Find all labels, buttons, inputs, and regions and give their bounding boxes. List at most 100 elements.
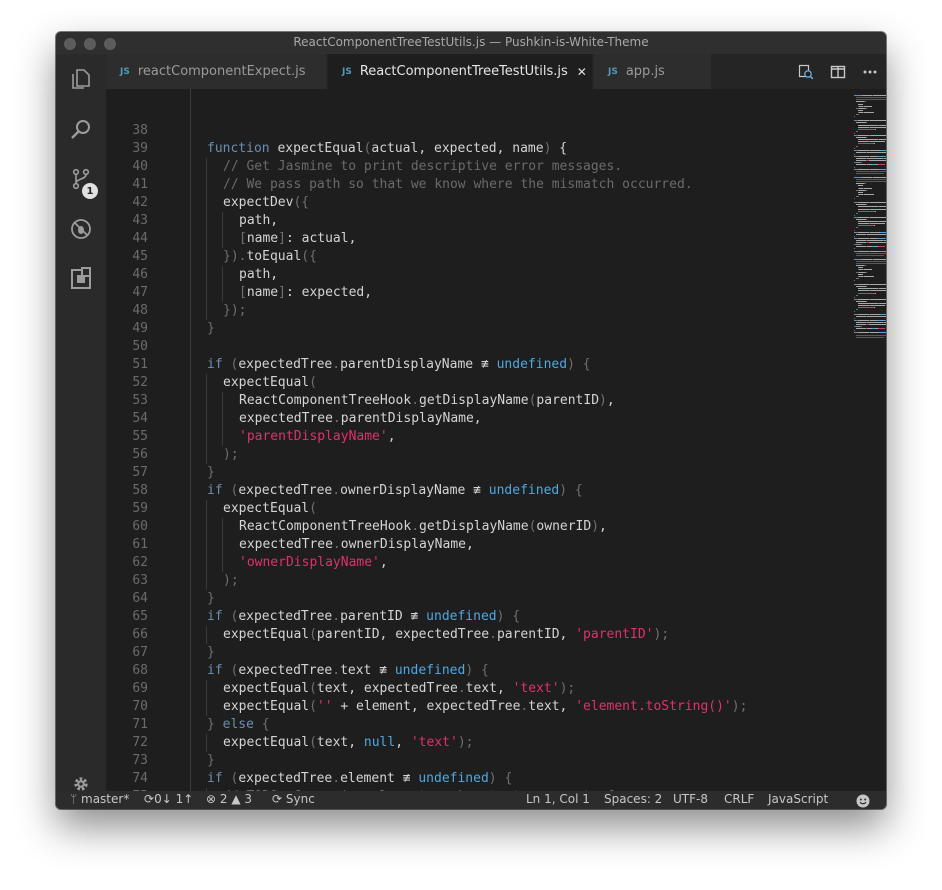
cursor-position[interactable]: Ln 1, Col 1: [526, 792, 590, 806]
code-line[interactable]: 44 [name]: actual,: [106, 230, 846, 248]
code-line[interactable]: 67}: [106, 644, 846, 662]
line-number: 71: [132, 717, 148, 732]
indentation[interactable]: Spaces: 2: [604, 792, 662, 806]
minimap-token: [874, 307, 875, 309]
minimap-token: [880, 231, 886, 233]
source-control-icon[interactable]: 1: [56, 159, 106, 199]
code-line[interactable]: 40 // Get Jasmine to print descriptive er…: [106, 158, 846, 176]
minimap-token: [854, 198, 855, 199]
code-token: ≢: [410, 609, 427, 624]
debug-icon[interactable]: [56, 209, 106, 249]
minimap-token: [862, 258, 872, 260]
javascript-file-icon: JS: [120, 66, 130, 77]
line-ending[interactable]: CRLF: [724, 792, 754, 806]
tab-app[interactable]: JS app.js: [594, 54, 711, 89]
code-token: if: [207, 771, 231, 786]
code-line[interactable]: 38: [106, 122, 846, 140]
line-number: 54: [132, 411, 148, 426]
code-line[interactable]: 65 if (expectedTree.parentID ≢ undefined)…: [106, 608, 846, 626]
git-branch[interactable]: ᛘ master*: [70, 792, 129, 806]
line-number: 66: [132, 627, 148, 642]
sync-status[interactable]: ⟳0↓ 1↑: [144, 792, 193, 806]
code-line[interactable]: 43 path,: [106, 212, 846, 230]
minimap-token: [858, 313, 869, 315]
code-line[interactable]: 73}: [106, 752, 846, 770]
code-line[interactable]: 51 if (expectedTree.parentDisplayName ≢ u…: [106, 356, 846, 374]
minimap-token: [856, 97, 886, 99]
minimap[interactable]: [846, 89, 886, 791]
minimap-token: [869, 242, 886, 244]
code-line[interactable]: 64}: [106, 590, 846, 608]
code-line[interactable]: 54 expectedTree.parentDisplayName,: [106, 410, 846, 428]
line-number: 69: [132, 681, 148, 696]
open-changes-icon[interactable]: [790, 54, 822, 89]
files-icon[interactable]: [56, 59, 106, 99]
feedback-smiley-icon[interactable]: [856, 792, 870, 809]
code-token: (: [309, 375, 317, 390]
code-line[interactable]: 42 expectDev({: [106, 194, 846, 212]
minimap-token: [858, 124, 878, 126]
code-token: parentID: [536, 393, 600, 408]
minimap-token: [870, 284, 886, 286]
code-line[interactable]: 53 ReactComponentTreeHook.getDisplayName(…: [106, 392, 846, 410]
minimap-token: [854, 147, 855, 149]
encoding[interactable]: UTF-8: [673, 792, 708, 806]
minimap-token: [870, 223, 885, 225]
code-text: expectDev({: [223, 194, 309, 212]
search-icon[interactable]: [56, 109, 106, 149]
close-tab-icon[interactable]: ✕: [577, 65, 587, 79]
minimap-token: [860, 326, 862, 328]
minimap-token: [854, 317, 855, 319]
code-line[interactable]: 63);: [106, 572, 846, 590]
tab-reactcomponenttreetestutils[interactable]: JS ReactComponentTreeTestUtils.js ✕: [328, 54, 592, 89]
code-line[interactable]: 58 if (expectedTree.ownerDisplayName ≢ un…: [106, 482, 846, 500]
code-line[interactable]: 56);: [106, 446, 846, 464]
code-line[interactable]: 45}).toEqual({: [106, 248, 846, 266]
minimap-token: [858, 305, 869, 307]
tab-reactcomponentexpect[interactable]: JS reactComponentExpect.js: [106, 54, 326, 89]
code-line[interactable]: 71} else {: [106, 716, 846, 734]
code-line[interactable]: 62 'ownerDisplayName',: [106, 554, 846, 572]
code-line[interactable]: 49}: [106, 320, 846, 338]
minimap-token: [858, 221, 878, 223]
code-text: path,: [239, 212, 278, 230]
code-line[interactable]: 41 // We pass path so that we know where …: [106, 176, 846, 194]
minimap-token: [870, 120, 886, 122]
code-line[interactable]: 55 'parentDisplayName',: [106, 428, 846, 446]
code-line[interactable]: 47 [name]: expected,: [106, 284, 846, 302]
code-line[interactable]: 74 if (expectedTree.element ≢ undefined) …: [106, 770, 846, 788]
minimap-token: [856, 336, 884, 338]
problems-indicator[interactable]: ⊗ 2 ▲ 3: [206, 792, 252, 806]
code-line[interactable]: 57}: [106, 464, 846, 482]
code-line[interactable]: 59 expectEqual(: [106, 500, 846, 518]
more-actions-icon[interactable]: [854, 54, 886, 89]
language-mode[interactable]: JavaScript: [768, 792, 828, 806]
code-line[interactable]: 69 expectEqual(text, expectedTree.text, '…: [106, 680, 846, 698]
code-line[interactable]: 52 expectEqual(: [106, 374, 846, 392]
code-line[interactable]: 72 expectEqual(text, null, 'text');: [106, 734, 846, 752]
line-number: 72: [132, 735, 148, 750]
minimap-token: [854, 153, 855, 155]
code-line[interactable]: 61 expectedTree.ownerDisplayName,: [106, 536, 846, 554]
code-line[interactable]: 68 if (expectedTree.text ≢ undefined) {: [106, 662, 846, 680]
minimap-token: [854, 296, 855, 298]
code-line[interactable]: 66 expectEqual(parentID, expectedTree.par…: [106, 626, 846, 644]
code-line[interactable]: 46 path,: [106, 266, 846, 284]
extensions-icon[interactable]: [56, 259, 106, 299]
minimap-token: [870, 305, 885, 307]
minimap-token: [870, 135, 885, 136]
code-line[interactable]: 70 expectEqual('' + element, expectedTree…: [106, 698, 846, 716]
code-editor[interactable]: 38 39 function expectEqual(actual, expecte…: [106, 89, 886, 791]
split-editor-icon[interactable]: [822, 54, 854, 89]
minimap-token: [879, 221, 886, 223]
sync-button[interactable]: ⟳ Sync: [272, 792, 315, 806]
code-line[interactable]: 60 ReactComponentTreeHook.getDisplayName(…: [106, 518, 846, 536]
code-line[interactable]: 48});: [106, 302, 846, 320]
code-line[interactable]: 50: [106, 338, 846, 356]
code-line[interactable]: 39 function expectEqual(actual, expected,…: [106, 140, 846, 158]
indent-guide: [206, 698, 207, 716]
indent-guide: [206, 158, 207, 176]
minimap-token: [865, 107, 867, 109]
minimap-token: [880, 313, 886, 315]
minimap-token: [875, 210, 876, 212]
